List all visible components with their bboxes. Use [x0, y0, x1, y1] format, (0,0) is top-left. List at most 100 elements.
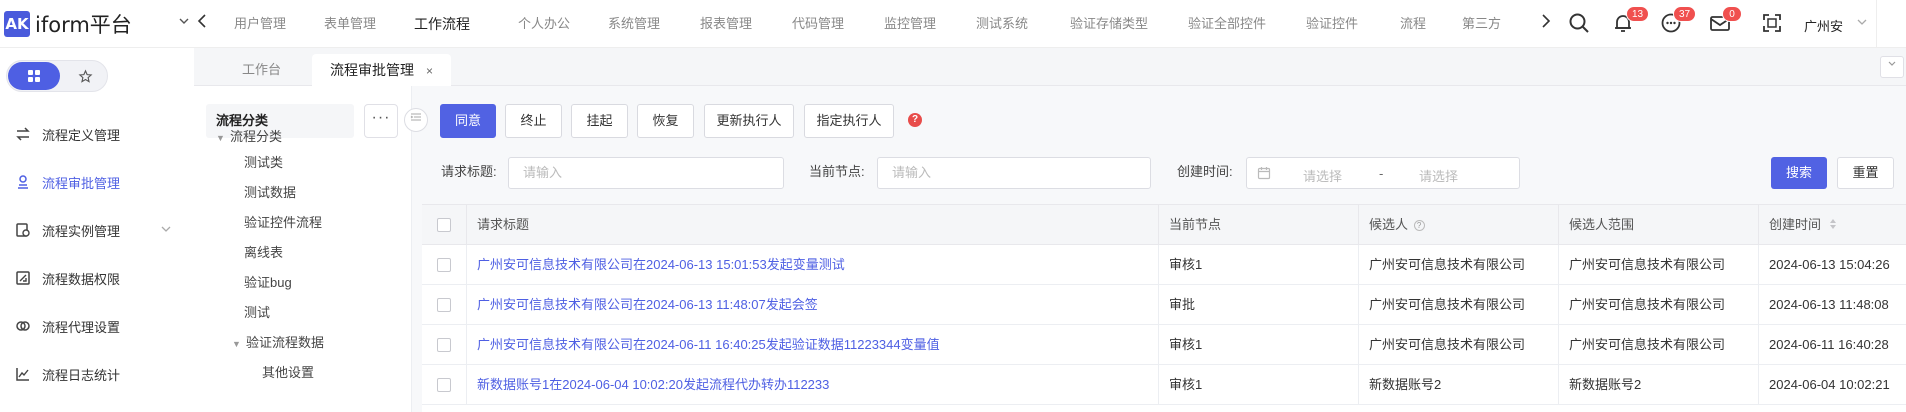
approval-table: 请求标题 当前节点 候选人 ? 候选人范围 创建时间 广州安可信息技术有限公司在…: [422, 204, 1906, 412]
cell-created-time: 2024-06-04 10:02:21: [1758, 365, 1906, 405]
request-title-link[interactable]: 新数据账号1在2024-06-04 10:02:20发起流程代办转办112233: [466, 365, 1152, 405]
app-logo[interactable]: AK iform平台: [4, 10, 132, 38]
date-end-placeholder[interactable]: 请选择: [1419, 166, 1458, 185]
cell-node: 审核1: [1158, 365, 1358, 405]
update-executor-button[interactable]: 更新执行人: [704, 104, 794, 138]
row-checkbox[interactable]: [437, 378, 451, 392]
top-menu-item[interactable]: 验证全部控件: [1188, 0, 1266, 48]
select-all-checkbox[interactable]: [437, 218, 451, 232]
top-menu-item[interactable]: 个人办公: [518, 0, 570, 48]
top-menu-item[interactable]: 流程: [1400, 0, 1426, 48]
table-header: 请求标题 当前节点 候选人 ? 候选人范围 创建时间: [422, 205, 1906, 245]
tabs-more-chevron-icon[interactable]: [1880, 56, 1904, 78]
current-node-label: 当前节点:: [809, 164, 865, 179]
row-checkbox[interactable]: [437, 338, 451, 352]
tree-node[interactable]: 测试类: [244, 152, 283, 171]
top-menu-item-active[interactable]: 工作流程: [414, 0, 470, 48]
current-node-input[interactable]: 请输入: [877, 157, 1151, 189]
assign-executor-button[interactable]: 指定执行人: [804, 104, 894, 138]
user-menu-chevron-icon[interactable]: [1856, 16, 1868, 31]
tab-workbench[interactable]: 工作台: [242, 54, 281, 86]
sidebar-item-log-stats[interactable]: 流程日志统计: [0, 350, 194, 398]
agree-button[interactable]: 同意: [440, 104, 496, 138]
sidebar-item-label: 流程日志统计: [42, 367, 121, 383]
chart-icon: [14, 365, 32, 383]
table-row[interactable]: 新数据账号1在2024-06-04 10:02:20发起流程代办转办112233…: [422, 365, 1906, 405]
tab-process-approval[interactable]: 流程审批管理 ×: [312, 54, 452, 86]
column-header-candidate: 候选人 ?: [1358, 205, 1558, 245]
cell-node: 审核1: [1158, 325, 1358, 365]
request-title-label: 请求标题:: [441, 164, 497, 179]
top-menu-item[interactable]: 第三方: [1462, 0, 1501, 48]
chevron-down-icon[interactable]: [160, 223, 172, 238]
date-start-placeholder[interactable]: 请选择: [1303, 166, 1342, 185]
fullscreen-icon[interactable]: [1760, 11, 1784, 38]
create-time-range-picker[interactable]: 请选择 - 请选择: [1246, 157, 1520, 189]
panel-collapse-icon[interactable]: [404, 108, 428, 132]
terminate-button[interactable]: 终止: [505, 104, 562, 138]
tree-node-label: 流程分类: [230, 129, 283, 144]
sidebar-item-process-approval[interactable]: 流程审批管理: [0, 158, 194, 206]
tree-node[interactable]: 验证bug: [244, 272, 292, 291]
menu-scroll-right-icon[interactable]: [1540, 12, 1556, 35]
menu-dropdown-icon[interactable]: [177, 14, 197, 34]
cell-candidate: 广州安可信息技术有限公司: [1358, 245, 1558, 285]
request-title-link[interactable]: 广州安可信息技术有限公司在2024-06-13 11:48:07发起会签: [466, 285, 1152, 325]
tree-expand-icon[interactable]: ▼: [216, 133, 230, 143]
resume-button[interactable]: 恢复: [637, 104, 694, 138]
request-title-input[interactable]: 请输入: [508, 157, 784, 189]
top-menu-item[interactable]: 报表管理: [700, 0, 752, 48]
tree-node-expandable[interactable]: ▼ 验证流程数据: [232, 332, 324, 351]
tab-label: 流程审批管理: [330, 62, 414, 78]
column-header-created-time[interactable]: 创建时间: [1758, 205, 1906, 245]
search-button[interactable]: 搜索: [1771, 157, 1827, 189]
reset-button[interactable]: 重置: [1837, 157, 1894, 189]
tree-node[interactable]: 验证控件流程: [244, 212, 322, 231]
grid-icon[interactable]: [8, 62, 60, 90]
table-row[interactable]: 广州安可信息技术有限公司在2024-06-11 16:40:25发起验证数据11…: [422, 325, 1906, 365]
table-row[interactable]: 广州安可信息技术有限公司在2024-06-13 15:01:53发起变量测试 审…: [422, 245, 1906, 285]
menu-scroll-left-icon[interactable]: [196, 12, 212, 35]
sidebar-item-proxy-settings[interactable]: 流程代理设置: [0, 302, 194, 350]
category-more-button[interactable]: ···: [364, 104, 398, 138]
cell-scope: 广州安可信息技术有限公司: [1558, 325, 1758, 365]
tree-node[interactable]: 测试: [244, 302, 270, 321]
tree-node[interactable]: 测试数据: [244, 182, 296, 201]
cell-node: 审批: [1158, 285, 1358, 325]
top-menu-item[interactable]: 监控管理: [884, 0, 936, 48]
tree-expand-icon[interactable]: ▼: [232, 339, 246, 349]
top-menu-item[interactable]: 表单管理: [324, 0, 376, 48]
close-icon[interactable]: ×: [426, 64, 433, 78]
column-header-node: 当前节点: [1158, 205, 1358, 245]
top-menu-item[interactable]: 代码管理: [792, 0, 844, 48]
cell-candidate: 广州安可信息技术有限公司: [1358, 285, 1558, 325]
sidebar-item-process-definition[interactable]: 流程定义管理: [0, 110, 194, 158]
cell-created-time: 2024-06-13 15:04:26: [1758, 245, 1906, 285]
user-name[interactable]: 广州安: [1804, 16, 1843, 35]
proxy-icon: [14, 317, 32, 335]
tree-node[interactable]: 其他设置: [262, 362, 314, 381]
top-menu-item[interactable]: 用户管理: [234, 0, 286, 48]
tree-node-root[interactable]: ▼ 流程分类: [216, 126, 282, 145]
tree-node[interactable]: 离线表: [244, 242, 283, 261]
top-menu-item[interactable]: 系统管理: [608, 0, 660, 48]
suspend-button[interactable]: 挂起: [571, 104, 628, 138]
top-menu-item[interactable]: 验证存储类型: [1070, 0, 1148, 48]
top-menu-item[interactable]: 验证控件: [1306, 0, 1358, 48]
data-permission-icon: [14, 269, 32, 287]
top-menu-item[interactable]: 测试系统: [976, 0, 1028, 48]
info-icon[interactable]: ?: [1413, 220, 1425, 231]
search-icon[interactable]: [1567, 11, 1591, 38]
cell-candidate: 新数据账号2: [1358, 365, 1558, 405]
sidebar-item-process-instance[interactable]: 流程实例管理: [0, 206, 194, 254]
cell-scope: 新数据账号2: [1558, 365, 1758, 405]
request-title-link[interactable]: 广州安可信息技术有限公司在2024-06-11 16:40:25发起验证数据11…: [466, 325, 1152, 365]
request-title-link[interactable]: 广州安可信息技术有限公司在2024-06-13 15:01:53发起变量测试: [466, 245, 1152, 285]
row-checkbox[interactable]: [437, 258, 451, 272]
help-icon[interactable]: ?: [908, 113, 922, 127]
table-row[interactable]: 广州安可信息技术有限公司在2024-06-13 11:48:07发起会签 审批 …: [422, 285, 1906, 325]
sidebar-item-data-permission[interactable]: 流程数据权限: [0, 254, 194, 302]
row-checkbox[interactable]: [437, 298, 451, 312]
star-icon[interactable]: [65, 62, 105, 90]
sort-icon[interactable]: [1829, 206, 1837, 246]
